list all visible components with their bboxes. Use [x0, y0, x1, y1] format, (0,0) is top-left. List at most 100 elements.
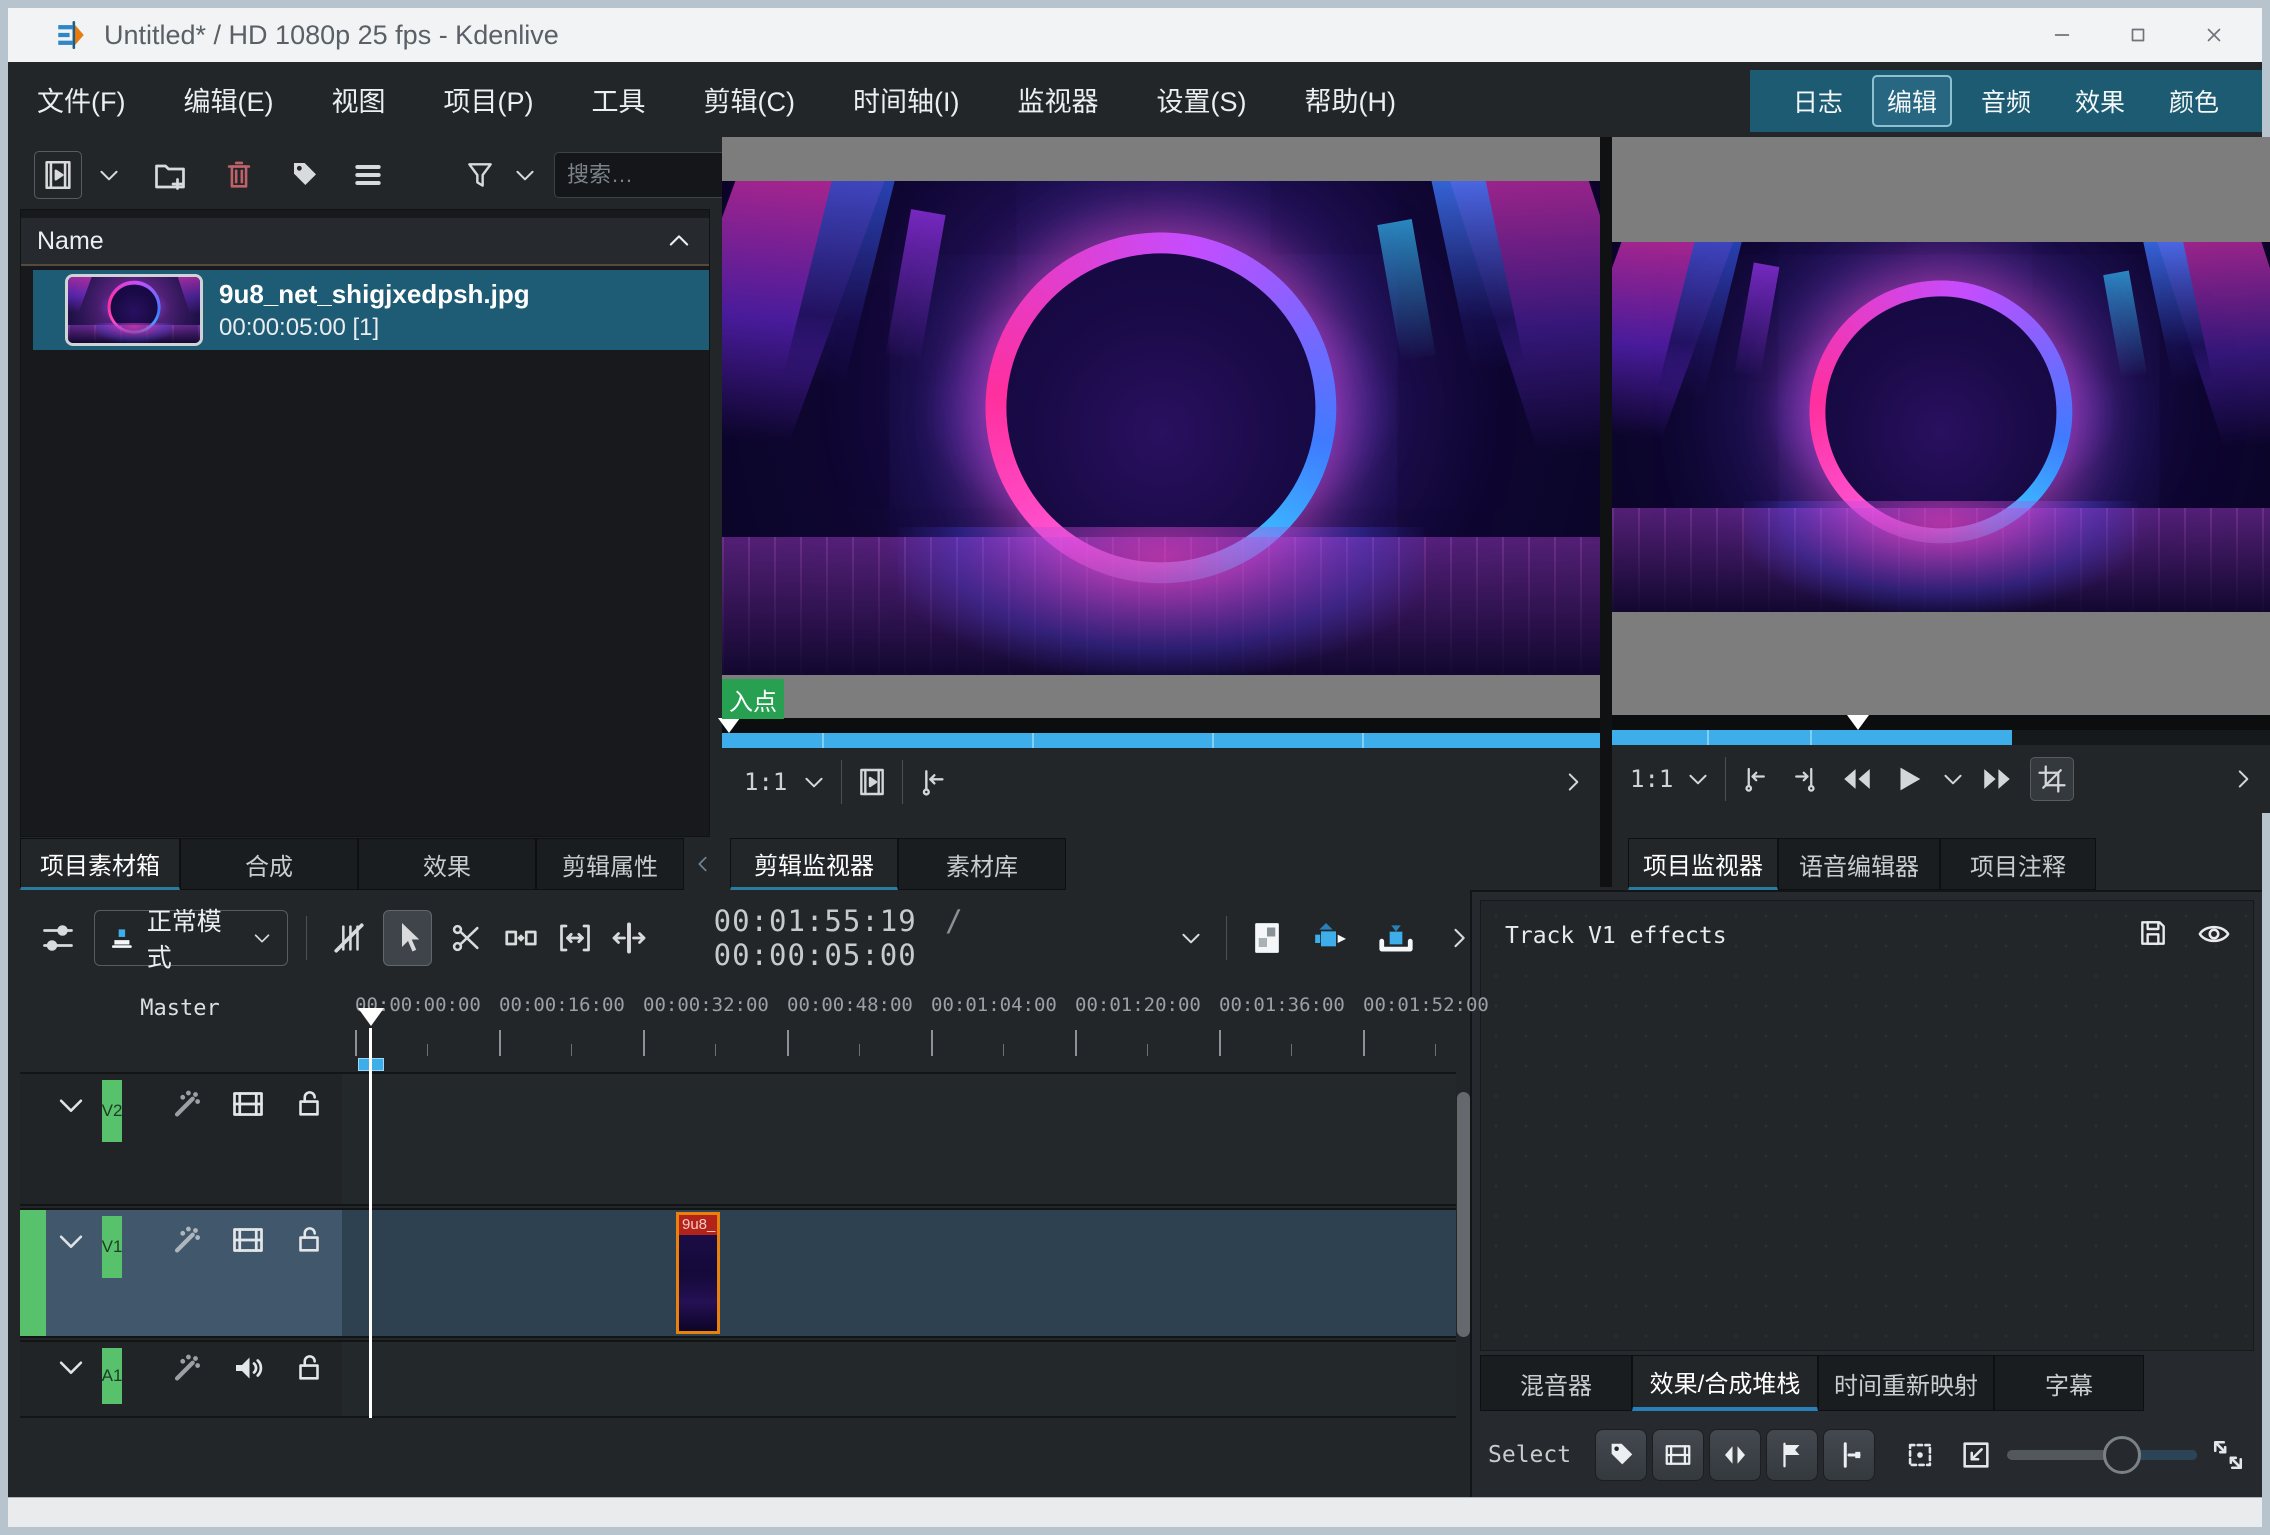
tab-clip-properties[interactable]: 剪辑属性 — [536, 838, 684, 890]
project-monitor-ruler[interactable] — [1612, 715, 2270, 730]
lock-track-icon[interactable] — [292, 1350, 326, 1384]
delete-icon[interactable] — [222, 158, 256, 192]
go-to-in-point-icon[interactable] — [917, 766, 949, 798]
clip-controls-overflow-icon[interactable] — [1560, 769, 1586, 795]
filter-icon[interactable] — [464, 159, 496, 191]
save-effect-stack-icon[interactable] — [2137, 917, 2169, 949]
track-v1-header[interactable]: V1 — [20, 1210, 342, 1336]
menu-view[interactable]: 视图 — [302, 80, 414, 119]
tab-project-monitor[interactable]: 项目监视器 — [1628, 838, 1778, 890]
menu-timeline[interactable]: 时间轴(I) — [824, 80, 988, 119]
collapse-track-icon[interactable] — [54, 1350, 88, 1384]
tab-mixer[interactable]: 混音器 — [1480, 1355, 1632, 1411]
edit-mode-dropdown[interactable]: 正常模式 — [94, 908, 288, 972]
add-clip-button[interactable] — [34, 151, 82, 199]
menu-edit[interactable]: 编辑(E) — [154, 80, 302, 119]
project-controls-overflow-icon[interactable] — [2230, 766, 2256, 792]
insert-zone-icon[interactable] — [1311, 918, 1351, 958]
mute-track-icon[interactable] — [230, 1350, 266, 1386]
show-video-icon[interactable] — [230, 1086, 266, 1122]
zone-mode-icon[interactable] — [2030, 757, 2075, 801]
menu-monitor[interactable]: 监视器 — [988, 80, 1127, 119]
set-out-point-icon[interactable] — [1790, 764, 1820, 794]
timecode-dropdown-icon[interactable] — [1178, 925, 1204, 951]
tab-project-notes[interactable]: 项目注释 — [1940, 838, 2096, 890]
track-effects-icon[interactable] — [170, 1350, 204, 1384]
lock-track-icon[interactable] — [292, 1086, 326, 1120]
set-in-point-icon[interactable] — [1740, 764, 1770, 794]
timeline-clip[interactable]: 9u8_ — [676, 1212, 720, 1334]
menu-help[interactable]: 帮助(H) — [1275, 80, 1424, 119]
clip-monitor-ruler[interactable] — [718, 718, 1600, 733]
menu-clip[interactable]: 剪辑(C) — [674, 80, 823, 119]
tab-speech-editor[interactable]: 语音编辑器 — [1778, 838, 1940, 890]
tab-effects[interactable]: 效果 — [358, 838, 536, 890]
create-folder-icon[interactable] — [152, 157, 188, 193]
tab-time-remap[interactable]: 时间重新映射 — [1818, 1355, 1994, 1411]
timecode-display[interactable]: 00:01:55:19 / 00:00:05:00 — [714, 904, 1162, 972]
collapse-track-icon[interactable] — [54, 1088, 88, 1122]
workspace-audio[interactable]: 音频 — [1966, 75, 2046, 127]
workspace-effects[interactable]: 效果 — [2060, 75, 2140, 127]
tab-project-bin[interactable]: 项目素材箱 — [20, 838, 180, 890]
timeline-vertical-scrollbar[interactable] — [1457, 1092, 1470, 1337]
zoom-slider-handle[interactable] — [2103, 1436, 2142, 1474]
zoom-fit-icon[interactable] — [1903, 1438, 1937, 1472]
slip-tool[interactable] — [551, 910, 599, 966]
menu-tools[interactable]: 工具 — [562, 80, 674, 119]
clip-monitor-zoombar[interactable] — [722, 733, 1600, 748]
view-menu-icon[interactable] — [352, 159, 384, 191]
mixer-icon[interactable] — [1249, 920, 1285, 956]
filter-dropdown-icon[interactable] — [512, 162, 538, 188]
project-monitor-playhead[interactable] — [1847, 715, 1869, 730]
maximize-button[interactable] — [2100, 8, 2176, 62]
lock-track-icon[interactable] — [292, 1222, 326, 1256]
track-effects-icon[interactable] — [170, 1222, 204, 1256]
clip-zoom-dropdown-icon[interactable] — [801, 769, 827, 795]
master-track-label[interactable]: Master — [90, 996, 270, 1021]
filter-flag-button[interactable] — [1766, 1429, 1819, 1481]
tab-subtitles[interactable]: 字幕 — [1994, 1355, 2144, 1411]
bin-list-header[interactable]: Name — [21, 218, 709, 266]
timeline-settings-icon[interactable] — [40, 920, 76, 956]
rewind-icon[interactable] — [1840, 762, 1874, 796]
filter-tag-button[interactable] — [1595, 1429, 1648, 1481]
track-a1-lane[interactable] — [342, 1342, 1456, 1416]
track-effects-icon[interactable] — [170, 1086, 204, 1120]
tab-effect-stack[interactable]: 效果/合成堆栈 — [1632, 1355, 1818, 1411]
workspace-color[interactable]: 颜色 — [2154, 75, 2234, 127]
clip-monitor-mode-icon[interactable] — [856, 766, 888, 798]
track-v2-lane[interactable] — [342, 1074, 1456, 1204]
menu-file[interactable]: 文件(F) — [8, 80, 154, 119]
menu-settings[interactable]: 设置(S) — [1127, 80, 1275, 119]
show-video-icon[interactable] — [230, 1222, 266, 1258]
close-button[interactable] — [2176, 8, 2252, 62]
minimize-button[interactable] — [2024, 8, 2100, 62]
menu-project[interactable]: 项目(P) — [414, 80, 562, 119]
workspace-editing[interactable]: 编辑 — [1871, 75, 1952, 127]
clip-monitor-playhead[interactable] — [718, 718, 740, 733]
collapse-track-icon[interactable] — [54, 1224, 88, 1258]
spacer-tool[interactable] — [496, 910, 544, 966]
zoom-out-icon[interactable] — [1959, 1438, 1993, 1472]
overwrite-zone-icon[interactable] — [1377, 919, 1415, 957]
sort-ascending-icon[interactable] — [665, 227, 693, 255]
filter-transitions-button[interactable] — [1709, 1429, 1762, 1481]
tabs-scroll-left-icon[interactable] — [692, 853, 714, 875]
tag-icon[interactable] — [288, 159, 320, 191]
zoom-slider[interactable] — [2007, 1436, 2198, 1474]
mixed-audio-video-icon[interactable] — [325, 910, 373, 966]
timeline-playhead-marker[interactable] — [358, 1008, 384, 1026]
show-effects-icon[interactable] — [2197, 917, 2231, 951]
selection-tool[interactable] — [383, 910, 432, 966]
tab-library[interactable]: 素材库 — [898, 838, 1066, 890]
bin-clip-row[interactable]: 9u8_net_shigjxedpsh.jpg 00:00:05:00 [1] — [33, 270, 709, 350]
play-dropdown-icon[interactable] — [1940, 766, 1966, 792]
tab-clip-monitor[interactable]: 剪辑监视器 — [730, 838, 898, 890]
track-a1-header[interactable]: A1 — [20, 1342, 342, 1416]
tab-compositions[interactable]: 合成 — [180, 838, 358, 890]
zoom-in-icon[interactable] — [2211, 1438, 2245, 1472]
play-icon[interactable] — [1892, 762, 1926, 796]
add-clip-dropdown-icon[interactable] — [96, 162, 122, 188]
track-v1-lane[interactable]: 9u8_ — [342, 1210, 1456, 1336]
